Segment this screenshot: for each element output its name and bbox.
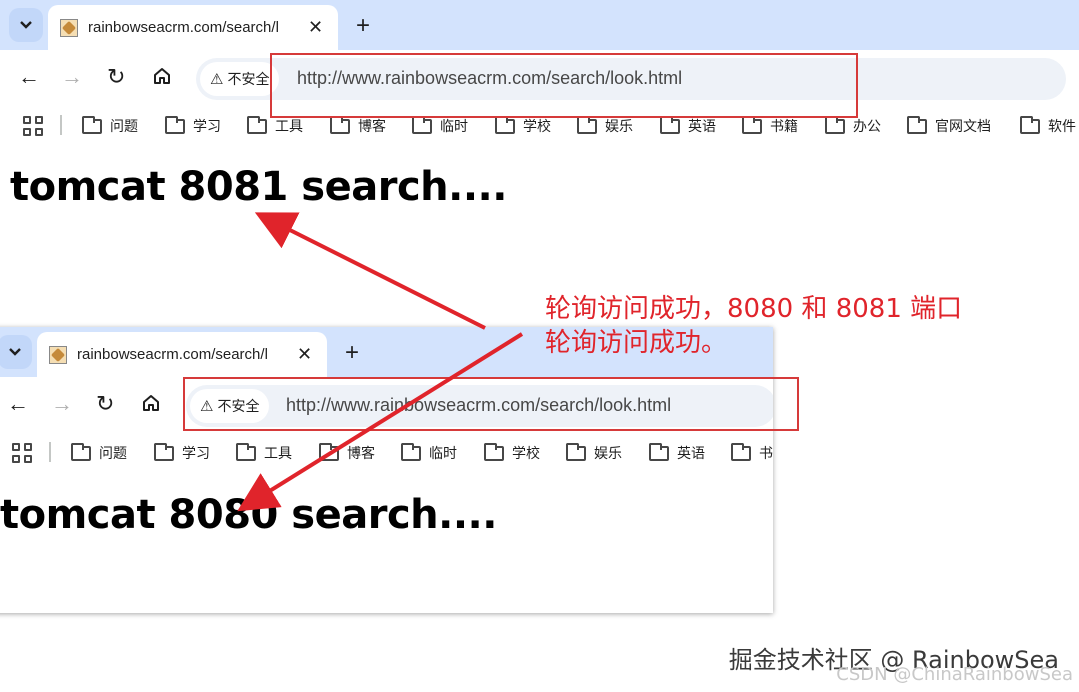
folder-icon (412, 115, 432, 134)
folder-icon (825, 115, 845, 134)
folder-icon (236, 442, 256, 461)
close-icon[interactable]: ✕ (308, 17, 323, 38)
bookmark-folder[interactable]: 学校 (484, 442, 540, 463)
chevron-down-icon[interactable] (9, 8, 43, 42)
security-label: 不安全 (227, 71, 270, 87)
site-favicon-icon (49, 345, 67, 364)
annotation-text: 轮询访问成功，8080 和 8081 端口 轮询访问成功。 (545, 292, 962, 360)
bookmark-folder[interactable]: 书籍 (742, 115, 798, 136)
bookmark-folder[interactable]: 办公 (825, 115, 881, 136)
folder-icon (319, 442, 339, 461)
home-icon[interactable] (141, 393, 161, 419)
bookmark-folder[interactable]: 博客 (330, 115, 386, 136)
folder-icon (165, 115, 185, 134)
browser-window-8080: rainbowseacrm.com/search/l ✕ + ← → ↻ ⚠ 不… (0, 327, 773, 613)
apps-grid-icon[interactable] (12, 443, 32, 463)
bookmark-folder[interactable]: 娱乐 (566, 442, 622, 463)
bookmark-folder[interactable]: 博客 (319, 442, 375, 463)
folder-icon (566, 442, 586, 461)
back-arrow-icon[interactable]: ← (7, 391, 29, 417)
bookmark-folder[interactable]: 学习 (154, 442, 210, 463)
bookmark-folder[interactable]: 官网文档 (907, 115, 991, 136)
url-highlight-box (183, 377, 799, 431)
bookmarks-bar: 问题 学习 工具 博客 临时 学校 娱乐 英语 书 (0, 434, 773, 472)
folder-icon (71, 442, 91, 461)
folder-icon (495, 115, 515, 134)
tab-title: rainbowseacrm.com/search/l (77, 346, 268, 363)
url-highlight-box (270, 53, 858, 118)
folder-icon (660, 115, 680, 134)
reload-icon[interactable]: ↻ (96, 391, 114, 417)
forward-arrow-icon[interactable]: → (61, 64, 83, 90)
folder-icon (247, 115, 267, 134)
tab-active[interactable]: rainbowseacrm.com/search/l ✕ (37, 332, 327, 377)
forward-arrow-icon[interactable]: → (51, 391, 73, 417)
folder-icon (1020, 115, 1040, 134)
page-heading: tomcat 8080 search.... (0, 492, 497, 538)
tab-active[interactable]: rainbowseacrm.com/search/l ✕ (48, 5, 338, 50)
bookmark-folder[interactable]: 软件 (1020, 115, 1076, 136)
bookmark-folder[interactable]: 工具 (236, 442, 292, 463)
security-chip[interactable]: ⚠ 不安全 (200, 62, 280, 96)
plus-icon[interactable]: + (345, 339, 359, 367)
folder-icon (577, 115, 597, 134)
folder-icon (484, 442, 504, 461)
folder-icon (82, 115, 102, 134)
folder-icon (401, 442, 421, 461)
folder-icon (731, 442, 751, 461)
annotation-line-1: 轮询访问成功，8080 和 8081 端口 (545, 294, 963, 324)
tab-title: rainbowseacrm.com/search/l (88, 19, 279, 36)
annotation-line-2: 轮询访问成功。 (545, 328, 728, 358)
bookmark-folder[interactable]: 学校 (495, 115, 551, 136)
bookmarks-divider (60, 115, 62, 135)
back-arrow-icon[interactable]: ← (18, 64, 40, 90)
folder-icon (154, 442, 174, 461)
bookmark-folder[interactable]: 学习 (165, 115, 221, 136)
bookmark-folder[interactable]: 英语 (660, 115, 716, 136)
bookmark-folder[interactable]: 英语 (649, 442, 705, 463)
csdn-watermark: CSDN @ChinaRainbowSea (836, 664, 1073, 685)
tab-strip: rainbowseacrm.com/search/l ✕ + (0, 0, 1079, 50)
bookmark-folder[interactable]: 临时 (412, 115, 468, 136)
bookmark-folder[interactable]: 书 (731, 442, 773, 463)
folder-icon (330, 115, 350, 134)
bookmarks-divider (49, 442, 51, 462)
plus-icon[interactable]: + (356, 12, 370, 40)
close-icon[interactable]: ✕ (297, 344, 312, 365)
bookmark-folder[interactable]: 问题 (71, 442, 127, 463)
bookmark-folder[interactable]: 娱乐 (577, 115, 633, 136)
apps-grid-icon[interactable] (23, 116, 43, 136)
reload-icon[interactable]: ↻ (107, 64, 125, 90)
site-favicon-icon (60, 18, 78, 37)
page-heading: tomcat 8081 search.... (10, 164, 507, 210)
folder-icon (649, 442, 669, 461)
warning-icon: ⚠ (210, 71, 224, 88)
chevron-down-icon[interactable] (0, 335, 32, 369)
folder-icon (907, 115, 927, 134)
bookmark-folder[interactable]: 问题 (82, 115, 138, 136)
home-icon[interactable] (152, 66, 172, 92)
bookmark-folder[interactable]: 临时 (401, 442, 457, 463)
folder-icon (742, 115, 762, 134)
bookmark-folder[interactable]: 工具 (247, 115, 303, 136)
